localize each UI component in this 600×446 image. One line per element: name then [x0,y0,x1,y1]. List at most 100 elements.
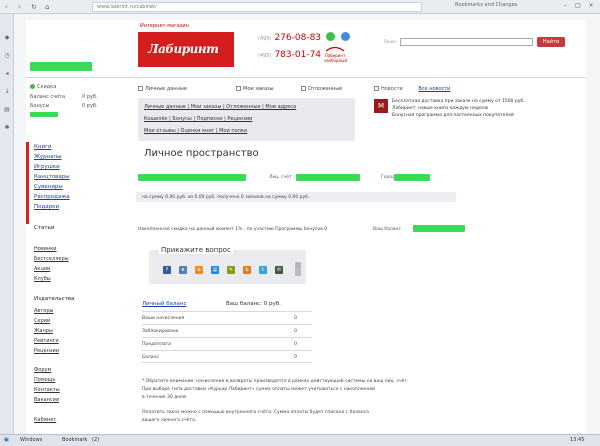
news-line-2[interactable]: Лабиринт: новые книги каждую неделю [392,106,488,111]
bonus-value: 0 руб. [82,103,98,109]
taskbar-item-bookmark[interactable]: Bookmark [62,437,87,443]
discount-info: Накопленная скидка на данный момент 1% ,… [138,227,328,232]
taskbar-item-count: (2) [92,437,100,443]
odnoklassniki-icon[interactable]: о [195,266,203,274]
user-status: Скидка [30,84,56,90]
browser-menu-text[interactable]: Bookmarks and Changes [455,2,517,8]
forward-icon[interactable]: › [18,3,21,11]
left-link-sale[interactable]: Распродажа [34,194,70,200]
left-item-new[interactable]: Новинки [34,246,57,252]
left-item-cabinet[interactable]: Кабинет [34,417,56,423]
left-link-souvenirs[interactable]: Сувениры [34,184,63,190]
taskbar-item-windows[interactable]: Windows [20,437,42,443]
header-divider [26,77,586,78]
search-input[interactable] [400,38,533,46]
online-icon [30,84,35,89]
news-line-1[interactable]: Бесплатная доставка при заказе на сумму … [392,99,525,104]
notes-icon[interactable]: ▤ [3,106,11,113]
left-link-stationery[interactable]: Канцтовары [34,174,70,180]
left-item-reviews[interactable]: Рецензии [34,348,59,354]
phone-number-1: (495) 276-08-83 [258,33,322,43]
left-link-magazines[interactable]: Журналы [34,154,62,160]
home-icon[interactable]: ⌂ [45,3,49,11]
livejournal-icon[interactable]: ✎ [227,266,235,274]
twitter-icon[interactable]: t [259,266,267,274]
redacted-city [394,174,430,181]
minimize-icon[interactable]: – [560,2,570,11]
search-button[interactable]: Найти [537,37,565,47]
left-item-help[interactable]: Помощь [34,377,55,383]
partner-logo[interactable]: Лабиринт свободный [324,46,347,63]
skype-icon[interactable] [341,32,350,41]
account-label: Баланс счёта [30,94,66,100]
settings-icon[interactable]: ✱ [3,124,11,131]
redacted-balance [413,225,465,232]
nav-line-1[interactable]: Личные данные | Мои заказы | Отложенные … [144,104,296,110]
left-item-genres[interactable]: Жанры [34,328,53,334]
left-item-ratings[interactable]: Рейтинги [34,338,59,344]
nav-line-3[interactable]: Мои отзывы | Оценки книг | Мои полки [144,128,247,134]
share-icon[interactable]: ◂ [3,70,11,77]
left-accent-bar [26,142,29,224]
more-icon[interactable]: ⋮ [295,262,301,276]
left-item-jobs[interactable]: Вакансии [34,397,59,403]
start-icon[interactable]: ▣ [4,437,9,443]
left-section-publishers: Издательства [34,296,75,302]
browser-toolbar: ‹ › ↻ ⌂ www.labirint.ru/cabinet/ Bookmar… [0,0,600,14]
balance-section-title[interactable]: Личный баланс [142,301,187,307]
page: Интернет-магазин Лабиринт (495) 276-08-83… [14,14,600,434]
vk-icon[interactable]: в [179,266,187,274]
tab-postponed[interactable]: Отложенные [301,86,342,92]
news-line-3[interactable]: Бонусная программа для постоянных покупа… [392,113,514,118]
footnote-line-5: вашего личного счёта. [142,418,197,423]
mailru-icon[interactable]: @ [211,266,219,274]
all-news-link[interactable]: Все новости [418,86,450,92]
balance-label: Ваш баланс [373,227,401,232]
left-item-bestsellers[interactable]: Бестселлеры [34,256,69,262]
facebook-icon[interactable]: f [163,266,171,274]
refresh-icon[interactable]: ↻ [31,3,37,11]
search-label: Поиск [384,39,397,44]
left-item-authors[interactable]: Авторы [34,308,53,314]
left-item-forum[interactable]: Форум [34,367,51,373]
account-value: 0 руб. [82,94,98,100]
left-item-clubs[interactable]: Клубы [34,276,51,282]
table-row: Заблокировано 0 [142,324,312,337]
store-caption: Интернет-магазин [140,23,189,29]
left-link-gifts[interactable]: Подарки [34,204,59,210]
left-item-series[interactable]: Серии [34,318,50,324]
nav-line-2[interactable]: Кошелёк | Бонусы | Подписки | Рецензии [144,116,252,122]
user-icon [138,86,143,91]
address-bar[interactable]: www.labirint.ru/cabinet/ [92,2,422,12]
browser-sidebar: ◆ ◷ ◂ ↓ ▤ ✱ [0,14,14,434]
tab-orders[interactable]: Мои заказы [236,86,274,92]
site-logo[interactable]: Лабиринт [138,32,234,67]
email-icon[interactable]: ✉ [275,266,283,274]
blogger-icon[interactable]: b [243,266,251,274]
orders-summary-text: на сумму 0.00 руб. из 0.00 руб. получено… [142,195,310,200]
redacted-username [30,62,92,71]
history-icon[interactable]: ◷ [3,52,11,59]
status-icon[interactable] [326,32,335,41]
left-link-toys[interactable]: Игрушки [34,164,60,170]
share-panel: Прикажите вопрос f в о @ ✎ b t ✉ ⋮ [149,246,306,284]
bonus-label: Бонусы [30,103,50,109]
download-icon[interactable]: ↓ [3,88,11,95]
left-item-promo[interactable]: Акции [34,266,50,272]
left-section-articles: Статьи [34,225,55,231]
news-header: Новости Все новости [374,86,450,92]
back-icon[interactable]: ‹ [5,3,8,11]
maximize-icon[interactable]: □ [573,2,583,11]
bookmark-icon[interactable]: ◆ [3,34,11,41]
table-row: Баланс 0 [142,350,312,363]
footnote-line-3: в течение 30 дней. [142,395,188,400]
table-row: Ваши начисления 0 [142,311,312,324]
left-link-books[interactable]: Книги [34,144,52,150]
left-item-contacts[interactable]: Контакты [34,387,60,393]
news-icon [374,86,379,91]
account-number-label: Лиц. счёт [269,175,292,180]
news-thumbnail[interactable]: М [374,99,388,113]
close-icon[interactable]: × [586,2,596,11]
redacted-account-number [296,174,360,181]
tab-personal[interactable]: Личные данные [138,86,187,92]
